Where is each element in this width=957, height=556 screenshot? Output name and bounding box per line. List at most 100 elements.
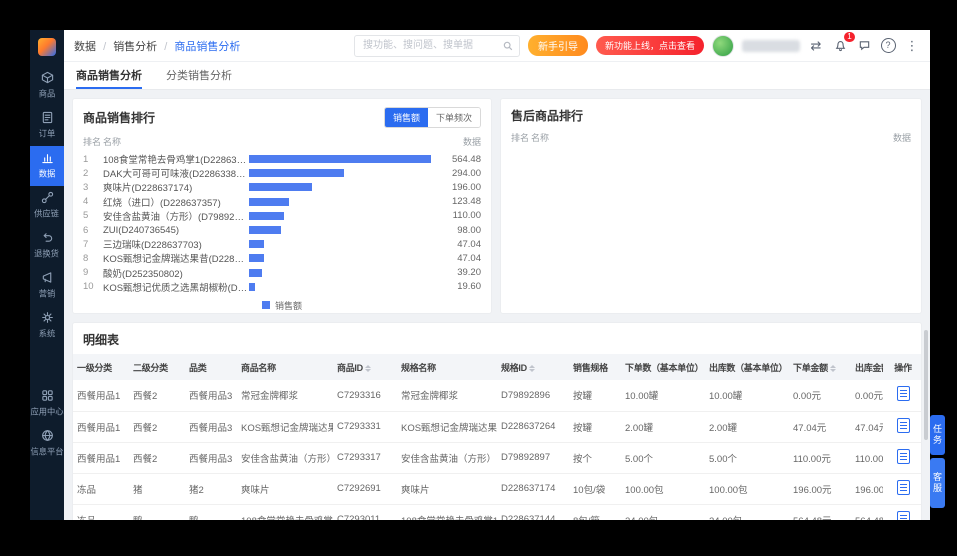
- info-platform-icon: [41, 429, 54, 442]
- cell: 564.48元: [789, 504, 851, 520]
- switch-store-icon[interactable]: ⇄: [808, 38, 824, 54]
- sidebar: 商品 订单 数据 供应链 退换货 营销 系统 应用中心: [30, 30, 64, 520]
- help-icon[interactable]: ?: [880, 38, 896, 54]
- customer-service-floating-tab[interactable]: 客服: [930, 458, 945, 508]
- cell: 110.00元: [851, 442, 883, 473]
- bar-track: [249, 209, 431, 223]
- sort-icon[interactable]: [365, 365, 371, 372]
- cell: C7293317: [333, 442, 397, 473]
- col-outbound-qty[interactable]: 出库数（基本单位）: [705, 354, 789, 380]
- cell: 按罐: [569, 411, 621, 442]
- rank: 5: [83, 210, 103, 221]
- message-icon[interactable]: [856, 38, 872, 54]
- view-detail-icon[interactable]: [897, 386, 910, 401]
- cell: C7292691: [333, 473, 397, 504]
- vertical-scrollbar[interactable]: [924, 330, 928, 440]
- col-spec-id[interactable]: 规格ID: [497, 354, 569, 380]
- col-rank: 排名: [83, 135, 103, 148]
- after-sales-empty-body: [501, 148, 921, 313]
- product-name: ZUI(D240736545): [103, 225, 249, 236]
- cell: 西餐用品1: [73, 380, 129, 411]
- search-icon[interactable]: [503, 41, 513, 51]
- toggle-order-frequency[interactable]: 下单频次: [428, 108, 480, 127]
- cell: D228637144: [497, 504, 569, 520]
- search-input[interactable]: [361, 39, 499, 52]
- sales-value: 110.00: [431, 210, 481, 221]
- tab-category-sales-analysis[interactable]: 分类销售分析: [166, 62, 232, 89]
- view-detail-icon[interactable]: [897, 449, 910, 464]
- rank: 4: [83, 196, 103, 207]
- beginner-guide-button[interactable]: 新手引导: [528, 35, 588, 56]
- product-name: 爽味片(D228637174): [103, 180, 249, 194]
- sort-icon[interactable]: [830, 365, 836, 372]
- col-order-amount[interactable]: 下单金额: [789, 354, 851, 380]
- col-product-id[interactable]: 商品ID: [333, 354, 397, 380]
- actions-cell: [883, 504, 922, 520]
- sidebar-item-system[interactable]: 系统: [30, 306, 64, 346]
- bar-track: [249, 223, 431, 237]
- rank: 7: [83, 239, 103, 250]
- cell: 猪: [129, 473, 185, 504]
- col-sales-spec: 销售规格: [569, 354, 621, 380]
- chart-row: 8 KOS甄想记金牌瑞达果昔(D228637264) 47.04: [73, 251, 491, 265]
- sidebar-item-orders[interactable]: 订单: [30, 106, 64, 146]
- sidebar-item-app-center[interactable]: 应用中心: [30, 384, 64, 424]
- col-category-1: 一级分类: [73, 354, 129, 380]
- sales-rank-header: 商品销售排行 销售额 下单频次: [73, 99, 491, 132]
- cell: 西餐用品3: [185, 411, 237, 442]
- breadcrumb-sales-analysis[interactable]: 销售分析: [113, 41, 157, 53]
- app-window: 商品 订单 数据 供应链 退换货 营销 系统 应用中心: [30, 30, 930, 520]
- col-rank: 排名: [511, 131, 531, 144]
- announcement-banner[interactable]: 新功能上线，点击查看: [596, 36, 704, 55]
- chart-row: 2 DAK大可哥可可味液(D228633861) 294.00: [73, 166, 491, 180]
- breadcrumb-separator: /: [164, 41, 167, 53]
- global-search[interactable]: [354, 35, 520, 57]
- cell: 鸭: [185, 504, 237, 520]
- sales-value: 294.00: [431, 168, 481, 179]
- top-panels-row: 商品销售排行 销售额 下单频次 排名 名称 数据 1 108食堂常艳去骨鸡掌1(…: [72, 98, 922, 314]
- sidebar-item-data[interactable]: 数据: [30, 146, 64, 186]
- task-floating-tab[interactable]: 任务: [930, 415, 945, 455]
- sidebar-item-supply-chain[interactable]: 供应链: [30, 186, 64, 226]
- user-avatar[interactable]: [712, 35, 734, 57]
- cell: KOS甄想记金牌瑞达果昔: [237, 411, 333, 442]
- sidebar-item-info-platform[interactable]: 信息平台: [30, 424, 64, 464]
- sidebar-item-returns[interactable]: 退换货: [30, 226, 64, 266]
- service-tab-label: 客服: [931, 472, 944, 494]
- bar-track: [249, 237, 431, 251]
- sidebar-item-goods[interactable]: 商品: [30, 66, 64, 106]
- col-outbound-amount[interactable]: 出库金额: [851, 354, 883, 380]
- col-product-name: 商品名称: [237, 354, 333, 380]
- sales-value: 564.48: [431, 154, 481, 165]
- col-order-qty[interactable]: 下单数（基本单位）: [621, 354, 705, 380]
- sidebar-item-label: 商品: [39, 88, 56, 100]
- rank-column-headers: 排名 名称 数据: [73, 132, 491, 152]
- product-name: 酸奶(D252350802): [103, 266, 249, 280]
- sidebar-item-label: 供应链: [35, 208, 60, 220]
- bar-track: [249, 152, 431, 166]
- legend-label: 销售额: [275, 299, 302, 312]
- view-detail-icon[interactable]: [897, 480, 910, 495]
- sidebar-item-marketing[interactable]: 营销: [30, 266, 64, 306]
- notification-bell-icon[interactable]: 1: [832, 38, 848, 54]
- more-menu-icon[interactable]: ⋮: [904, 38, 920, 54]
- tab-product-sales-analysis[interactable]: 商品销售分析: [76, 62, 142, 89]
- toggle-sales-amount[interactable]: 销售额: [385, 108, 428, 127]
- view-detail-icon[interactable]: [897, 418, 910, 433]
- bar-track: [249, 266, 431, 280]
- breadcrumb-current: 商品销售分析: [174, 41, 240, 53]
- detail-table-title: 明细表: [73, 323, 921, 354]
- cell: 猪2: [185, 473, 237, 504]
- app-logo: [38, 38, 56, 56]
- breadcrumb-separator: /: [103, 41, 106, 53]
- view-detail-icon[interactable]: [897, 511, 910, 521]
- panel-title: 售后商品排行: [511, 107, 583, 124]
- chat-bubble-icon: [858, 39, 871, 52]
- sort-icon[interactable]: [529, 365, 535, 372]
- cell: 10包/袋: [569, 473, 621, 504]
- cell: 西餐用品1: [73, 411, 129, 442]
- chart-legend: 销售额: [73, 299, 491, 312]
- question-mark-icon: ?: [881, 38, 896, 53]
- sidebar-item-label: 数据: [39, 168, 56, 180]
- breadcrumb-data[interactable]: 数据: [74, 41, 96, 53]
